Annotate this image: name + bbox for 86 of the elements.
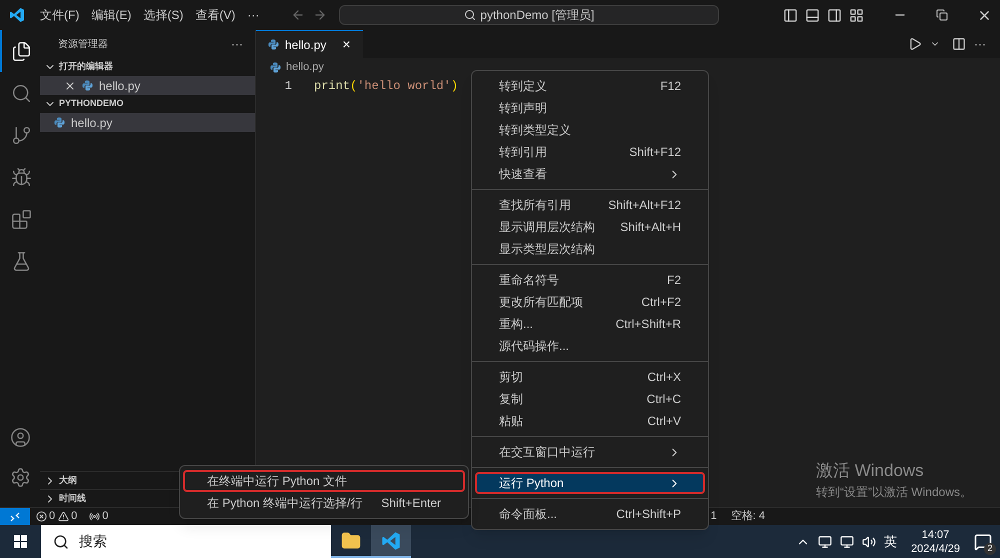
activation-message: 转到“设置”以激活 Windows。 [816,484,972,501]
editor-app-icon [381,530,401,550]
split-editor-icon[interactable] [952,37,966,51]
editor-tab[interactable]: hello.py × [256,30,363,58]
menu-item[interactable]: 查找所有引用 Shift+Alt+F12 [475,194,705,216]
section-header[interactable]: 打开的编辑器 [40,58,255,76]
menu-item[interactable]: 在交互窗口中运行 [475,441,705,463]
python-file-icon [82,80,93,91]
more-actions[interactable]: ··· [231,35,243,53]
menu-item[interactable]: 重命名符号 F2 [475,269,705,291]
status-item[interactable]: 1 [710,508,717,525]
close-icon[interactable] [64,80,76,92]
search-icon [464,9,476,21]
explorer-icon[interactable] [10,40,32,62]
close-tab[interactable]: × [342,34,351,55]
network-icon[interactable] [840,534,854,548]
menu-title[interactable]: 选择(S) [137,6,190,24]
settings-icon[interactable] [10,467,30,488]
display-icon[interactable] [818,534,832,548]
restore-icon[interactable] [936,9,948,21]
layout-icon[interactable] [849,8,864,22]
menu-title[interactable]: ··· [241,6,266,24]
python-file-icon [270,62,281,72]
menu-item[interactable]: 显示类型层次结构 [475,238,705,260]
search-icon[interactable] [10,82,32,104]
code-line: print('hello world') [314,78,458,94]
python-file-icon [54,117,65,128]
menu-item[interactable]: 剪切 Ctrl+X [475,366,705,388]
menu-item[interactable]: 转到声明 [475,97,705,119]
menu-item[interactable]: 转到类型定义 [475,119,705,141]
status-item[interactable]: 空格: 4 [730,508,765,525]
menu-title[interactable]: 编辑(E) [85,6,138,24]
activation-title: 激活 Windows [816,460,925,482]
menu-item[interactable]: 在终端中运行 Python 文件 [183,470,465,492]
breadcrumb[interactable]: hello.py [286,58,324,76]
menu-item[interactable]: 更改所有匹配项 Ctrl+F2 [475,291,705,313]
menu-item[interactable]: 源代码操作... [475,335,705,357]
run-debug-icon[interactable] [10,166,32,188]
toggle-panel-icon[interactable] [805,8,820,22]
menu-title[interactable]: 文件(F) [34,6,86,24]
command-center[interactable]: pythonDemo [管理员] [339,5,720,25]
line-number: 1 [284,78,292,94]
notification-badge: 2 [984,542,996,554]
run-icon[interactable] [908,37,922,51]
volume-icon[interactable] [862,534,876,548]
menu-item[interactable]: 命令面板... Ctrl+Shift+P [475,503,705,525]
more-actions[interactable]: ··· [974,35,986,53]
back-icon[interactable] [291,8,306,22]
account-icon[interactable] [10,427,30,448]
remote-icon [10,512,20,522]
sidebar-title: 资源管理器 [58,38,109,52]
ports-icon [89,511,100,522]
ports-count[interactable]: 0 [102,508,108,525]
folder-icon [341,530,361,550]
warning-count[interactable]: 0 [71,508,78,525]
error-icon [36,511,47,522]
taskbar-app[interactable] [371,525,411,558]
notification-icon[interactable] [974,532,992,550]
section-header[interactable]: PYTHONDEMO [40,95,255,113]
menu-item[interactable]: 粘贴 Ctrl+V [475,410,705,432]
warning-icon [58,511,70,522]
menu-item[interactable]: 重构... Ctrl+Shift+R [475,313,705,335]
python-file-icon [268,39,279,50]
menu-item[interactable]: 转到引用 Shift+F12 [475,141,705,163]
file-item[interactable]: hello.py [40,113,255,132]
error-count[interactable]: 0 [49,508,56,525]
toggle-secondary-sidebar-icon[interactable] [827,8,842,22]
menu-item[interactable]: 复制 Ctrl+C [475,388,705,410]
menu-title[interactable]: 查看(V) [189,6,242,24]
search-icon [53,534,69,550]
clock[interactable]: 14:07 2024/4/29 [911,528,960,556]
toggle-sidebar-icon[interactable] [783,8,798,22]
menu-item[interactable]: 运行 Python [475,472,705,494]
extensions-icon[interactable] [10,208,32,230]
remote-button[interactable] [0,508,30,525]
menu-item[interactable]: 显示调用层次结构 Shift+Alt+H [475,216,705,238]
command-center-label: pythonDemo [管理员] [480,7,594,24]
file-item[interactable]: hello.py [40,76,255,95]
menu-item[interactable]: 转到定义 F12 [475,75,705,97]
menu-item[interactable]: 快速查看 [475,163,705,185]
app-logo-icon [9,7,25,23]
input-method[interactable]: 英 [884,532,898,552]
source-control-icon[interactable] [10,124,32,146]
taskbar-search[interactable]: 搜索 [41,525,331,558]
forward-icon[interactable] [313,8,328,22]
start-icon[interactable] [14,535,27,548]
